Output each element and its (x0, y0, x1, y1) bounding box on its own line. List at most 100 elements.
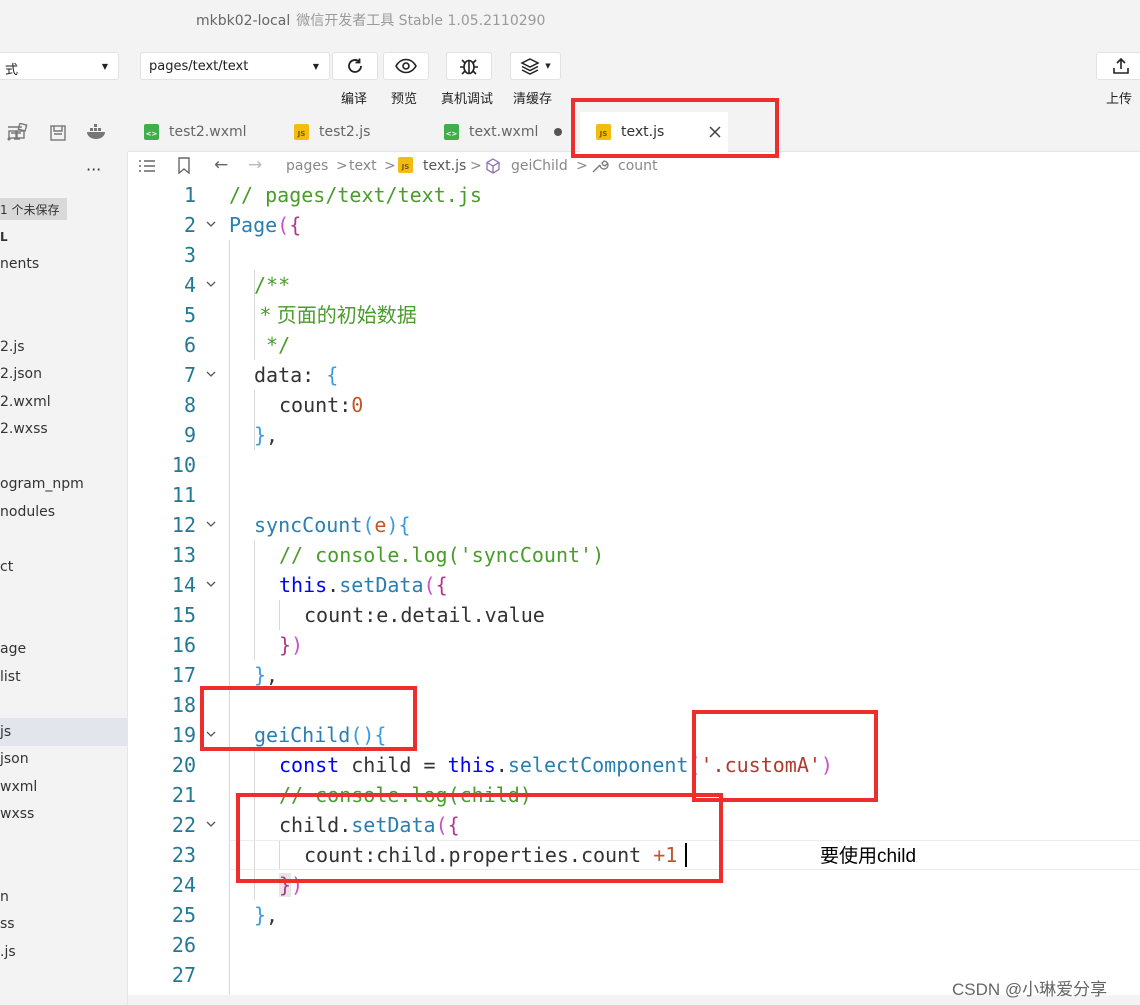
docker-icon[interactable] (86, 123, 108, 141)
back-arrow-icon[interactable]: ← (214, 155, 228, 175)
code-line: 9}, (128, 420, 1140, 450)
tree-item[interactable]: wxss (0, 806, 34, 822)
line-number: 18 (171, 693, 196, 717)
unsaved-badge: 1 个未保存 (0, 198, 67, 220)
clear-cache-button[interactable]: ▼ (510, 52, 561, 80)
selected-row-highlight (0, 718, 127, 746)
tree-item-selected[interactable]: js (0, 724, 11, 740)
tab-label: test2.wxml (169, 124, 247, 140)
tree-item[interactable]: ss (0, 916, 15, 932)
tree-item[interactable]: 2.js (0, 339, 25, 355)
line-number: 6 (183, 333, 196, 357)
grid-icon[interactable] (8, 123, 28, 143)
unsaved-dot-icon (554, 128, 563, 136)
tree-item[interactable]: 2.wxss (0, 421, 48, 437)
breadcrumb-part[interactable]: text (349, 158, 377, 174)
line-number: 14 (171, 573, 196, 597)
tree-item[interactable]: age (0, 641, 26, 657)
line-number: 7 (183, 363, 196, 387)
tree-item[interactable]: ct (0, 559, 13, 575)
upload-icon (1113, 57, 1129, 74)
tree-item[interactable]: n (0, 889, 9, 905)
highlight-box-tab (571, 98, 779, 158)
code-text: this.setData({ (279, 573, 448, 597)
tree-item[interactable]: nents (0, 256, 39, 272)
save-icon[interactable] (49, 124, 67, 142)
compile-button[interactable] (332, 52, 378, 80)
line-number: 2 (183, 213, 196, 237)
highlight-box-setdata (236, 793, 723, 883)
fold-chevron-icon[interactable] (206, 279, 216, 289)
fold-chevron-icon[interactable] (206, 579, 216, 589)
code-line: 6 */ (128, 330, 1140, 360)
line-number: 4 (183, 273, 196, 297)
line-number: 13 (171, 543, 196, 567)
code-text: syncCount(e){ (254, 513, 411, 537)
line-number: 3 (183, 243, 196, 267)
tree-item[interactable]: 2.json (0, 366, 42, 382)
code-line: 1 // pages/text/text.js (128, 180, 1140, 210)
token: count (279, 393, 340, 417)
tree-item[interactable]: ogram_npm (0, 476, 84, 492)
list-icon[interactable] (138, 159, 156, 173)
bug-icon (460, 59, 478, 75)
token: syncCount (254, 513, 363, 537)
token: selectComponent (507, 753, 689, 777)
code-line: 11 (128, 480, 1140, 510)
token: child (351, 753, 412, 777)
breadcrumb-part[interactable]: count (618, 158, 658, 174)
tree-item[interactable]: nodules (0, 504, 55, 520)
mode-select-value: 式 (5, 63, 19, 78)
app-version: 微信开发者工具 Stable 1.05.2110290 (296, 13, 546, 29)
token: this (279, 573, 328, 597)
fold-chevron-icon[interactable] (206, 819, 216, 829)
bookmark-icon[interactable] (177, 157, 191, 174)
token: e.detail.value (376, 603, 545, 627)
tree-item[interactable]: wxml (0, 779, 37, 795)
line-number: 26 (171, 933, 196, 957)
code-text: /** (254, 270, 290, 300)
line-number: 27 (171, 963, 196, 987)
fold-chevron-icon[interactable] (206, 369, 216, 379)
preview-button[interactable] (383, 52, 429, 80)
upload-button[interactable] (1096, 52, 1140, 80)
code-text: */ (254, 330, 290, 360)
watermark: CSDN @小琳爱分享 (952, 980, 1108, 999)
breadcrumb-part[interactable]: geiChild (511, 158, 568, 174)
more-icon[interactable]: ··· (86, 160, 101, 179)
line-number: 10 (171, 453, 196, 477)
page-select-value: pages/text/text (149, 59, 249, 74)
line-number: 1 (183, 183, 196, 207)
code-text: data: { (254, 363, 339, 387)
line-number: 5 (183, 303, 196, 327)
code-line: 15 count:e.detail.value (128, 600, 1140, 630)
remote-debug-button[interactable] (446, 52, 492, 80)
line-number: 12 (171, 513, 196, 537)
page-select[interactable]: pages/text/text ▼ (140, 52, 330, 80)
caret-down-icon: ▼ (545, 62, 551, 70)
tree-item[interactable]: list (0, 669, 21, 685)
remote-debug-label: 真机调试 (441, 92, 494, 107)
compile-label: 编译 (341, 92, 368, 107)
section-header[interactable]: L (0, 230, 8, 244)
fold-chevron-icon[interactable] (206, 519, 216, 529)
comment: * 页面的初始数据 (254, 303, 417, 327)
tab-test2-wxml[interactable]: <> test2.wxml (144, 112, 276, 152)
caret-down-icon: ▼ (312, 62, 319, 71)
line-number: 8 (183, 393, 196, 417)
tab-text-wxml[interactable]: <> text.wxml (444, 112, 580, 152)
code-text: }, (254, 423, 279, 447)
code-line: 16}) (128, 630, 1140, 660)
fold-chevron-icon[interactable] (206, 219, 216, 229)
tree-item[interactable]: json (0, 751, 29, 767)
tree-item[interactable]: .js (0, 944, 16, 960)
code-text: }) (279, 633, 304, 657)
mode-select[interactable]: 式 ▼ (0, 52, 119, 80)
token: this (447, 753, 496, 777)
forward-arrow-icon[interactable]: → (248, 155, 262, 175)
tree-item[interactable]: 2.wxml (0, 394, 51, 410)
tab-test2-js[interactable]: JS test2.js (294, 112, 428, 152)
code-line: 5 * 页面的初始数据 (128, 300, 1140, 330)
breadcrumb-part[interactable]: text.js (423, 158, 466, 174)
breadcrumb-part[interactable]: pages (286, 158, 328, 174)
